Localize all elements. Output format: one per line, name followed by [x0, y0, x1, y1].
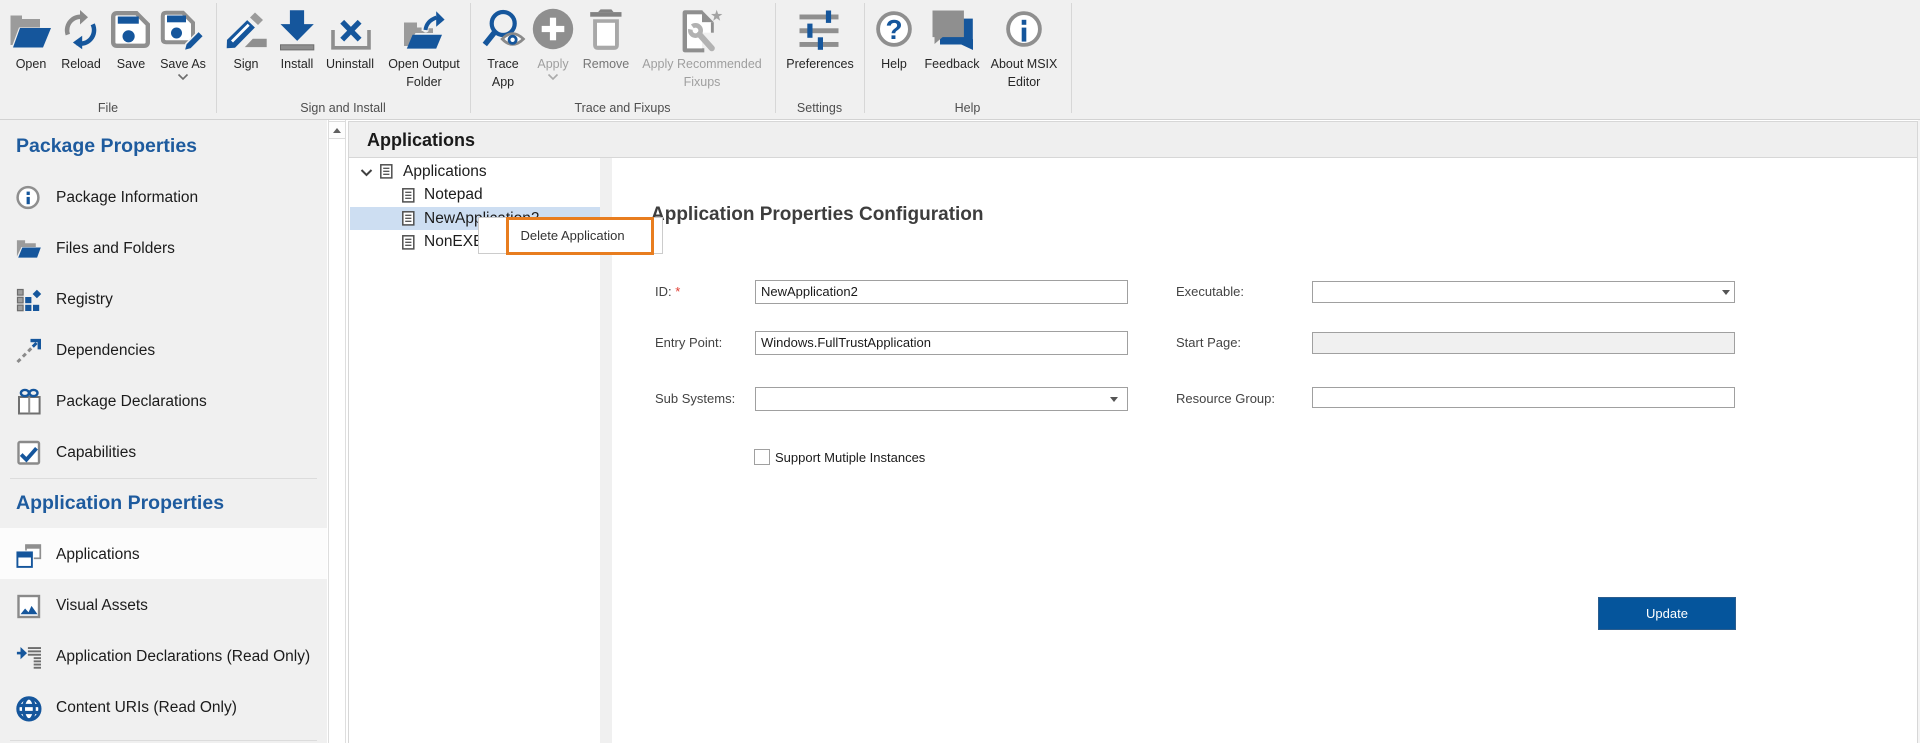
svg-text:?: ? — [885, 14, 902, 45]
